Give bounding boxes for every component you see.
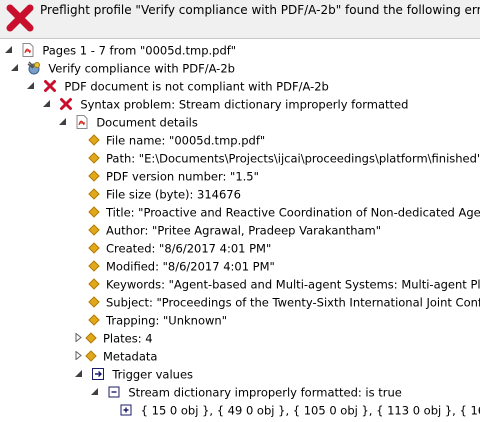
property-diamond-icon	[88, 151, 100, 164]
error-x-icon	[59, 97, 72, 110]
property-label: Path: "E:\Documents\Projects\ijcai\proce…	[106, 151, 480, 166]
tree-row-property[interactable]: Modified: "8/6/2017 4:01 PM"	[86, 257, 275, 275]
tree-collapsed-toggle-icon[interactable]	[74, 351, 83, 360]
tree-row-trigger-values[interactable]: Trigger values	[74, 365, 193, 383]
property-diamond-icon	[85, 349, 97, 362]
tree-row-profile[interactable]: Verify compliance with PDF/A-2b	[10, 59, 235, 77]
tree-row-property[interactable]: Created: "8/6/2017 4:01 PM"	[86, 239, 271, 257]
property-label: File name: "0005d.tmp.pdf"	[106, 133, 266, 148]
property-label: Subject: "Proceedings of the Twenty-Sixt…	[106, 295, 480, 310]
tree-row-stream-dictionary[interactable]: Stream dictionary improperly formatted: …	[90, 383, 402, 401]
tree-row-property[interactable]: Path: "E:\Documents\Projects\ijcai\proce…	[86, 149, 480, 167]
tree-label-profile: Verify compliance with PDF/A-2b	[48, 61, 235, 76]
tree-row-not-compliant[interactable]: PDF document is not compliant with PDF/A…	[26, 77, 329, 95]
tree-row-property[interactable]: Title: "Proactive and Reactive Coordinat…	[86, 203, 480, 221]
tree-row-metadata[interactable]: Metadata	[74, 347, 157, 365]
tree-label-not-compliant: PDF document is not compliant with PDF/A…	[64, 79, 329, 94]
tree-label-objects: { 15 0 obj }, { 49 0 obj }, { 105 0 obj …	[140, 403, 480, 418]
property-diamond-icon	[88, 259, 100, 272]
tree-expanded-toggle-icon[interactable]	[10, 63, 19, 72]
property-diamond-icon	[88, 241, 100, 254]
tree-row-property[interactable]: Trapping: "Unknown"	[86, 311, 227, 329]
preflight-profile-icon	[27, 60, 40, 74]
tree-row-property[interactable]: File size (byte): 314676	[86, 185, 241, 203]
property-diamond-icon	[88, 187, 100, 200]
header-message: Preflight profile "Verify compliance wit…	[40, 3, 480, 17]
tree-label-syntax-problem: Syntax problem: Stream dictionary improp…	[80, 97, 409, 112]
tree-label-trigger-values: Trigger values	[112, 367, 194, 382]
tree-label-document-details: Document details	[96, 115, 198, 130]
stream-dictionary-icon	[108, 386, 120, 397]
property-label: PDF version number: "1.5"	[106, 169, 259, 184]
tree-row-property[interactable]: Subject: "Proceedings of the Twenty-Sixt…	[86, 293, 480, 311]
tree-row-objects[interactable]: { 15 0 obj }, { 49 0 obj }, { 105 0 obj …	[119, 401, 480, 419]
property-diamond-icon	[85, 331, 97, 344]
tree-row-property[interactable]: Author: "Pritee Agrawal, Pradeep Varakan…	[86, 221, 381, 239]
property-diamond-icon	[88, 169, 100, 182]
property-diamond-icon	[88, 295, 100, 308]
property-label: Trapping: "Unknown"	[106, 313, 227, 328]
tree-label-metadata: Metadata	[103, 349, 158, 364]
tree-label-pages: Pages 1 - 7 from "0005d.tmp.pdf"	[42, 43, 237, 58]
tree-expanded-toggle-icon[interactable]	[90, 387, 99, 396]
tree-collapsed-toggle-icon[interactable]	[74, 333, 83, 342]
error-x-icon	[43, 79, 56, 92]
property-diamond-icon	[88, 205, 100, 218]
tree-expanded-toggle-icon[interactable]	[74, 369, 83, 378]
tree-label-stream-dictionary: Stream dictionary improperly formatted: …	[128, 385, 402, 400]
property-diamond-icon	[88, 133, 100, 146]
tree-row-pages[interactable]: Pages 1 - 7 from "0005d.tmp.pdf"	[4, 41, 236, 59]
property-label: File size (byte): 314676	[106, 187, 241, 202]
tree-row-property[interactable]: File name: "0005d.tmp.pdf"	[86, 131, 265, 149]
property-label: Keywords: "Agent-based and Multi-agent S…	[106, 277, 480, 292]
property-label: Modified: "8/6/2017 4:01 PM"	[106, 259, 275, 274]
tree-row-plates[interactable]: Plates: 4	[74, 329, 153, 347]
property-label: Created: "8/6/2017 4:01 PM"	[106, 241, 272, 256]
trigger-values-icon	[91, 367, 104, 380]
tree-row-document-details[interactable]: Document details	[58, 113, 198, 131]
preflight-header: Preflight profile "Verify compliance wit…	[0, 0, 480, 38]
property-diamond-icon	[88, 223, 100, 236]
tree-row-property[interactable]: Keywords: "Agent-based and Multi-agent S…	[86, 275, 480, 293]
property-diamond-icon	[88, 313, 100, 326]
property-label: Author: "Pritee Agrawal, Pradeep Varakan…	[106, 223, 382, 238]
tree-row-property[interactable]: PDF version number: "1.5"	[86, 167, 259, 185]
pdf-document-icon	[76, 114, 88, 129]
tree-expanded-toggle-icon[interactable]	[26, 81, 35, 90]
error-x-icon	[6, 4, 34, 32]
property-label: Title: "Proactive and Reactive Coordinat…	[106, 205, 480, 220]
tree-label-plates: Plates: 4	[103, 331, 153, 346]
results-tree[interactable]: Pages 1 - 7 from "0005d.tmp.pdf" Verify …	[0, 38, 480, 422]
pdf-page-icon	[22, 42, 34, 57]
tree-row-syntax-problem[interactable]: Syntax problem: Stream dictionary improp…	[42, 95, 408, 113]
property-diamond-icon	[88, 277, 100, 290]
tree-expanded-toggle-icon[interactable]	[4, 45, 13, 54]
object-reference-icon	[120, 404, 132, 415]
tree-expanded-toggle-icon[interactable]	[42, 99, 51, 108]
tree-expanded-toggle-icon[interactable]	[58, 117, 67, 126]
